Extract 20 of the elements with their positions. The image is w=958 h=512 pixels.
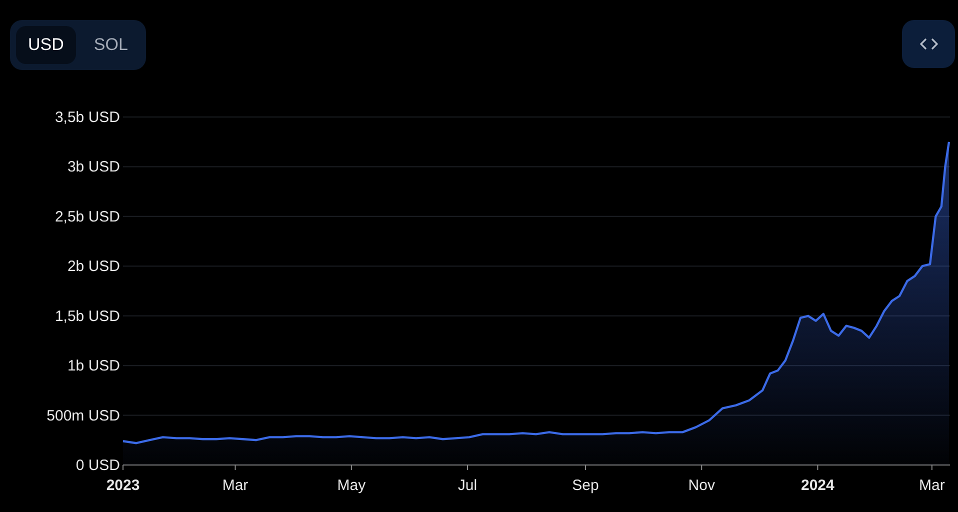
y-axis-label: 1b USD — [67, 358, 120, 375]
x-axis-label: Mar — [919, 477, 945, 494]
currency-tab[interactable]: SOL — [82, 26, 140, 64]
y-axis-label: 2b USD — [67, 258, 120, 276]
y-axis-label: 0 USD — [76, 457, 120, 474]
y-axis-label: 1,5b USD — [54, 308, 120, 325]
y-axis-label: 3,5b USD — [54, 109, 120, 126]
x-axis-label: 2023 — [106, 477, 140, 494]
y-axis-label: 3b USD — [67, 158, 120, 176]
x-axis-label: Sep — [572, 477, 599, 494]
y-axis-label: 2,5b USD — [54, 208, 120, 226]
x-axis-label: 2024 — [801, 477, 834, 494]
x-axis-label: Nov — [688, 477, 715, 494]
x-axis-label: May — [337, 477, 366, 494]
x-axis-label: Jul — [458, 477, 478, 494]
currency-tab[interactable]: USD — [16, 26, 76, 64]
code-icon — [920, 38, 938, 50]
embed-code-button[interactable] — [902, 20, 955, 68]
y-axis-label: 500m USD — [46, 407, 120, 424]
x-axis-label: Mar — [222, 477, 248, 494]
